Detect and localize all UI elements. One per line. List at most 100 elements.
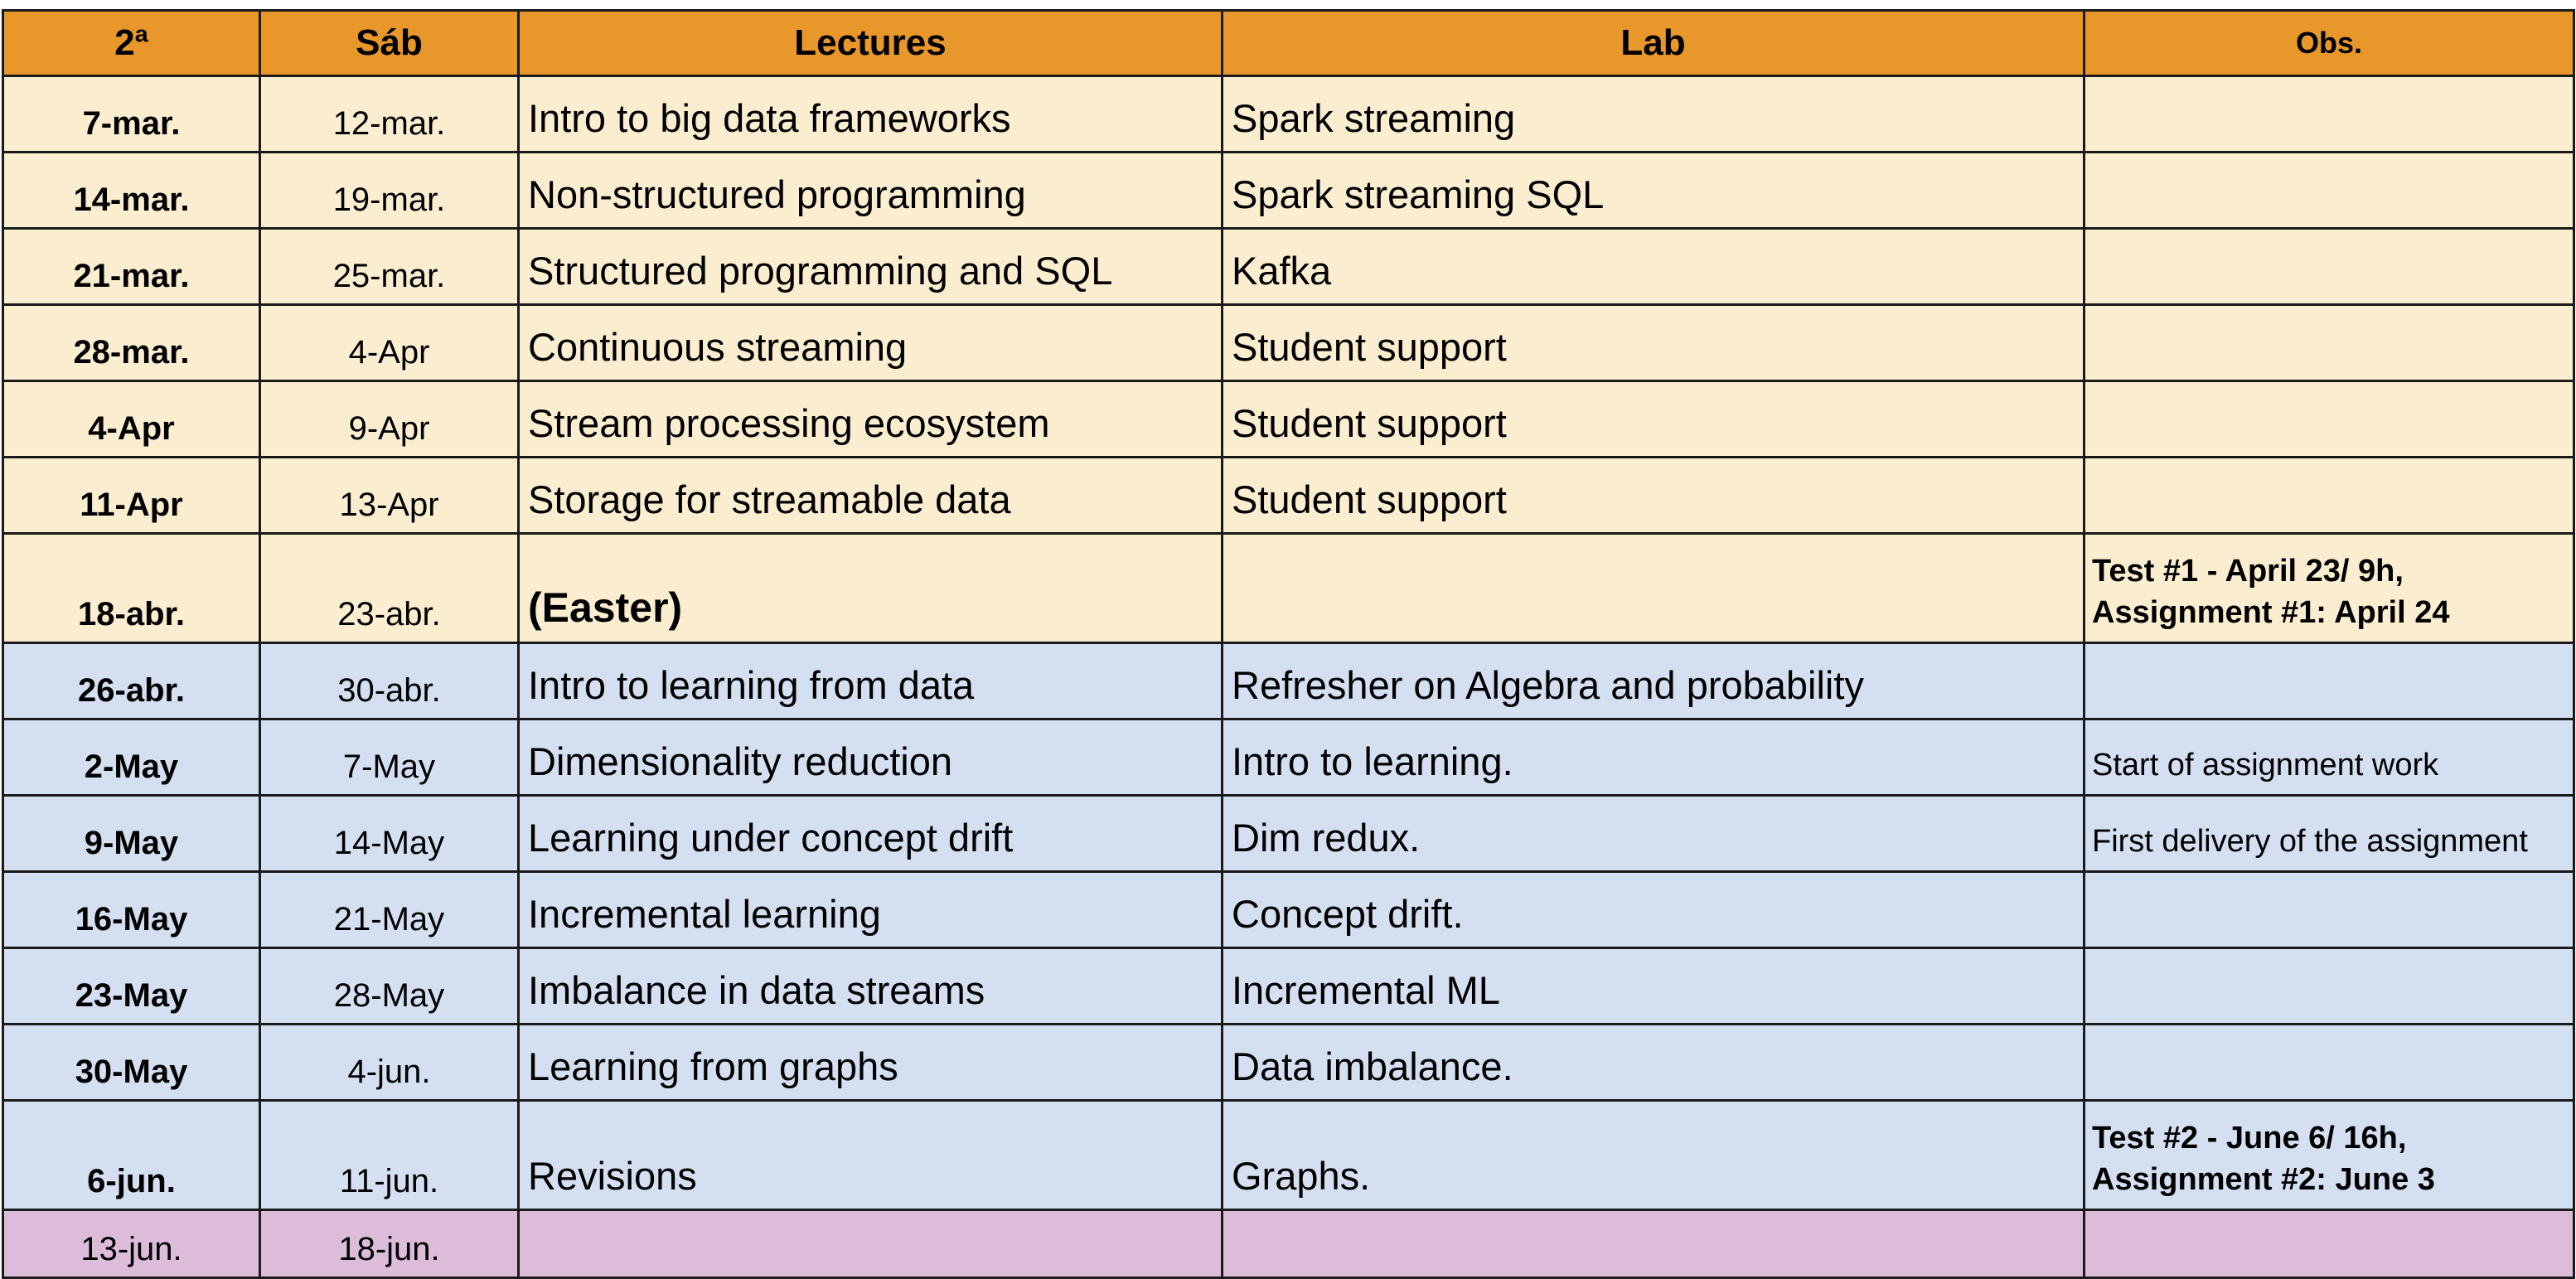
table-row: 4-Apr 9-Apr Stream processing ecosystem … xyxy=(2,380,2575,458)
lab-topic: Graphs. xyxy=(1221,1099,2085,1211)
lecture-topic: Storage for streamable data xyxy=(517,456,1223,535)
saturday-date: 30-abr. xyxy=(259,642,520,720)
observation xyxy=(2083,380,2575,458)
lab-topic: Student support xyxy=(1221,456,2085,535)
lecture-topic xyxy=(517,1209,1223,1279)
observation-line: Test #2 - June 6/ 16h, xyxy=(2092,1121,2407,1155)
observation xyxy=(2083,151,2575,230)
table-row: 28-mar. 4-Apr Continuous streaming Stude… xyxy=(2,303,2575,382)
lecture-topic: Intro to big data frameworks xyxy=(517,75,1223,153)
table-row: 30-May 4-jun. Learning from graphs Data … xyxy=(2,1023,2575,1102)
table-row: 11-Apr 13-Apr Storage for streamable dat… xyxy=(2,456,2575,535)
saturday-date: 11-jun. xyxy=(259,1099,520,1211)
monday-date: 14-mar. xyxy=(2,151,261,230)
col-header-lab: Lab xyxy=(1221,9,2085,77)
lab-topic: Kafka xyxy=(1221,227,2085,306)
table-row: 23-May 28-May Imbalance in data streams … xyxy=(2,947,2575,1025)
lab-topic: Data imbalance. xyxy=(1221,1023,2085,1102)
schedule-table: 2ª Sáb Lectures Lab Obs. 7-mar. 12-mar. … xyxy=(2,9,2575,1279)
lab-topic: Concept drift. xyxy=(1221,870,2085,949)
col-header-monday: 2ª xyxy=(2,9,261,77)
lecture-topic: (Easter) xyxy=(517,532,1223,644)
monday-date: 28-mar. xyxy=(2,303,261,382)
table-row: 7-mar. 12-mar. Intro to big data framewo… xyxy=(2,75,2575,153)
observation xyxy=(2083,75,2575,153)
monday-date: 18-abr. xyxy=(2,532,261,644)
col-header-obs: Obs. xyxy=(2083,9,2575,77)
lab-topic: Dim redux. xyxy=(1221,794,2085,873)
observation-line: First delivery of the assignment xyxy=(2092,824,2528,859)
col-header-saturday: Sáb xyxy=(259,9,520,77)
monday-date: 26-abr. xyxy=(2,642,261,720)
lecture-topic: Stream processing ecosystem xyxy=(517,380,1223,458)
saturday-date: 7-May xyxy=(259,718,520,797)
monday-date: 4-Apr xyxy=(2,380,261,458)
saturday-date: 19-mar. xyxy=(259,151,520,230)
table-row: 26-abr. 30-abr. Intro to learning from d… xyxy=(2,642,2575,720)
observation: Test #1 - April 23/ 9h, Assignment #1: A… xyxy=(2083,532,2575,644)
monday-date: 2-May xyxy=(2,718,261,797)
lecture-topic: Structured programming and SQL xyxy=(517,227,1223,306)
monday-date: 21-mar. xyxy=(2,227,261,306)
table-row: 18-abr. 23-abr. (Easter) Test #1 - April… xyxy=(2,532,2575,644)
monday-date: 11-Apr xyxy=(2,456,261,535)
observation xyxy=(2083,947,2575,1025)
lecture-topic: Dimensionality reduction xyxy=(517,718,1223,797)
saturday-date: 28-May xyxy=(259,947,520,1025)
observation xyxy=(2083,303,2575,382)
observation: Test #2 - June 6/ 16h, Assignment #2: Ju… xyxy=(2083,1099,2575,1211)
lecture-topic: Revisions xyxy=(517,1099,1223,1211)
saturday-date: 18-jun. xyxy=(259,1209,520,1279)
table-row: 9-May 14-May Learning under concept drif… xyxy=(2,794,2575,873)
monday-date: 9-May xyxy=(2,794,261,873)
lecture-topic: Intro to learning from data xyxy=(517,642,1223,720)
saturday-date: 25-mar. xyxy=(259,227,520,306)
saturday-date: 23-abr. xyxy=(259,532,520,644)
saturday-date: 9-Apr xyxy=(259,380,520,458)
header-row: 2ª Sáb Lectures Lab Obs. xyxy=(2,9,2575,77)
observation xyxy=(2083,870,2575,949)
saturday-date: 21-May xyxy=(259,870,520,949)
lab-topic: Intro to learning. xyxy=(1221,718,2085,797)
lecture-topic: Incremental learning xyxy=(517,870,1223,949)
monday-date: 7-mar. xyxy=(2,75,261,153)
observation: Start of assignment work xyxy=(2083,718,2575,797)
lab-topic: Incremental ML xyxy=(1221,947,2085,1025)
lab-topic: Refresher on Algebra and probability xyxy=(1221,642,2085,720)
monday-date: 30-May xyxy=(2,1023,261,1102)
saturday-date: 13-Apr xyxy=(259,456,520,535)
observation-line: Assignment #1: April 24 xyxy=(2092,595,2450,630)
observation xyxy=(2083,642,2575,720)
saturday-date: 4-jun. xyxy=(259,1023,520,1102)
saturday-date: 14-May xyxy=(259,794,520,873)
observation: First delivery of the assignment xyxy=(2083,794,2575,873)
monday-date: 13-jun. xyxy=(2,1209,261,1279)
observation xyxy=(2083,227,2575,306)
lab-topic: Spark streaming SQL xyxy=(1221,151,2085,230)
table-row: 21-mar. 25-mar. Structured programming a… xyxy=(2,227,2575,306)
lab-topic xyxy=(1221,1209,2085,1279)
lab-topic xyxy=(1221,532,2085,644)
monday-date: 6-jun. xyxy=(2,1099,261,1211)
monday-date: 16-May xyxy=(2,870,261,949)
lecture-topic: Learning from graphs xyxy=(517,1023,1223,1102)
observation xyxy=(2083,1023,2575,1102)
table-row: 16-May 21-May Incremental learning Conce… xyxy=(2,870,2575,949)
table-row: 13-jun. 18-jun. xyxy=(2,1209,2575,1279)
observation-line: Start of assignment work xyxy=(2092,748,2439,782)
lecture-topic: Learning under concept drift xyxy=(517,794,1223,873)
table-row: 14-mar. 19-mar. Non-structured programmi… xyxy=(2,151,2575,230)
lecture-topic: Non-structured programming xyxy=(517,151,1223,230)
saturday-date: 4-Apr xyxy=(259,303,520,382)
lab-topic: Student support xyxy=(1221,380,2085,458)
observation-line: Assignment #2: June 3 xyxy=(2092,1162,2435,1197)
saturday-date: 12-mar. xyxy=(259,75,520,153)
observation xyxy=(2083,1209,2575,1279)
observation xyxy=(2083,456,2575,535)
lecture-topic: Continuous streaming xyxy=(517,303,1223,382)
observation-line: Test #1 - April 23/ 9h, xyxy=(2092,554,2404,589)
lab-topic: Spark streaming xyxy=(1221,75,2085,153)
lecture-topic: Imbalance in data streams xyxy=(517,947,1223,1025)
table-row: 6-jun. 11-jun. Revisions Graphs. Test #2… xyxy=(2,1099,2575,1211)
table-row: 2-May 7-May Dimensionality reduction Int… xyxy=(2,718,2575,797)
